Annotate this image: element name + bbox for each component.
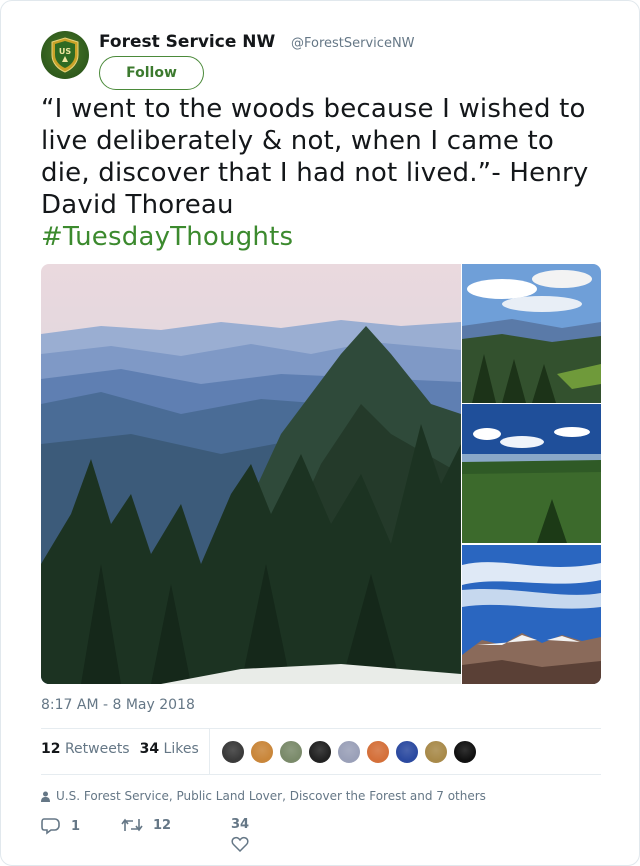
media-photo-2[interactable] [462,264,601,403]
liker-avatar[interactable] [453,740,477,764]
likes-count: 34 [139,741,160,757]
follow-button[interactable]: Follow [99,56,204,90]
tweet-stats: 12 Retweets 34 Likes [41,741,199,757]
person-icon [41,791,50,802]
tweet-timestamp[interactable]: 8:17 AM - 8 May 2018 [41,697,195,713]
forest-service-shield-icon: US [51,37,79,73]
profile-avatar[interactable]: US [41,31,89,79]
liker-avatar[interactable] [279,740,303,764]
retweet-count: 12 [153,817,172,833]
heart-icon [231,836,249,852]
media-photo-main[interactable] [41,264,461,684]
media-photo-3[interactable] [462,404,601,543]
retweets-stat[interactable]: 12 Retweets [41,741,130,757]
tweet-card: US Forest Service NW @ForestServiceNW Fo… [0,0,640,866]
social-context: U.S. Forest Service, Public Land Lover, … [41,789,486,803]
liker-avatar[interactable] [366,740,390,764]
liker-avatar[interactable] [337,740,361,764]
liker-avatar[interactable] [221,740,245,764]
liker-avatar[interactable] [395,740,419,764]
liker-avatar[interactable] [308,740,332,764]
media-photo-4[interactable] [462,545,601,684]
author-handle[interactable]: @ForestServiceNW [291,36,415,51]
retweets-count: 12 [41,741,61,757]
liker-avatars [221,740,477,764]
retweet-icon [121,818,143,832]
retweets-label: Retweets [64,741,130,757]
reply-count: 1 [71,818,81,834]
tweet-actions: 1 12 34 [41,817,601,861]
likes-label: Likes [163,741,199,757]
media-grid [41,264,601,684]
svg-text:US: US [59,47,71,56]
retweet-button[interactable]: 12 [121,817,171,833]
divider [41,728,601,729]
divider [41,774,601,775]
like-count: 34 [231,817,250,832]
liker-avatar[interactable] [424,740,448,764]
reply-icon [41,818,60,835]
reply-button[interactable]: 1 [41,817,80,835]
social-context-text[interactable]: U.S. Forest Service, Public Land Lover, … [56,789,486,803]
tweet-body: “I went to the woods because I wished to… [41,94,589,220]
liker-avatar[interactable] [250,740,274,764]
likes-stat[interactable]: 34 Likes [140,741,199,757]
like-button[interactable]: 34 [231,817,249,852]
hashtag-link[interactable]: #TuesdayThoughts [41,221,601,253]
author-name[interactable]: Forest Service NW [99,32,275,52]
tweet-text: “I went to the woods because I wished to… [41,93,601,253]
stats-separator [209,729,210,774]
